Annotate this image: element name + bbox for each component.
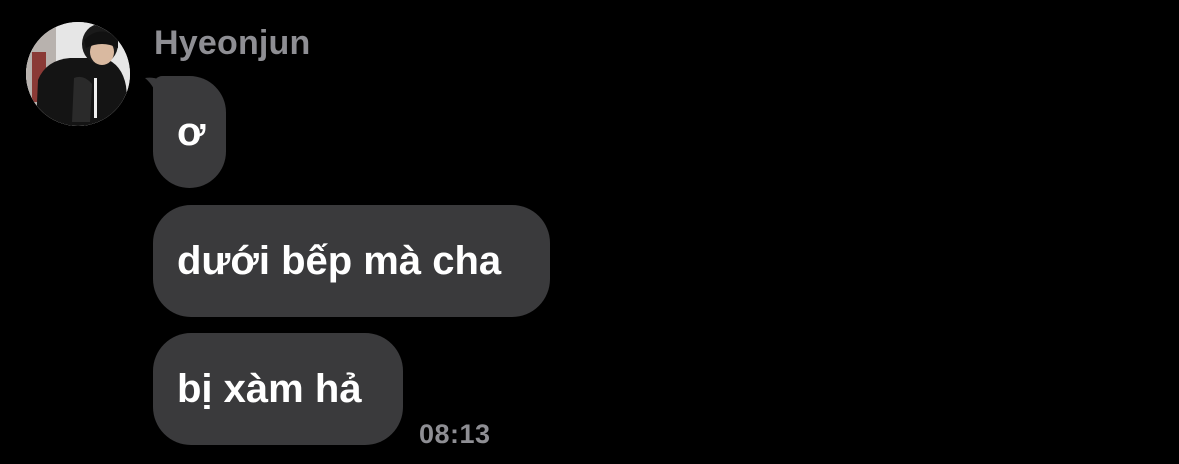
message-timestamp: 08:13 [419, 419, 491, 449]
message-bubble[interactable]: ơ [153, 76, 226, 188]
message-bubble[interactable]: bị xàm hả [153, 333, 403, 445]
chat-screen: Hyeonjun ơ dưới bếp mà cha bị xàm hả 08:… [0, 0, 1179, 464]
avatar-photo-icon [26, 22, 130, 126]
message-text: ơ [177, 110, 206, 154]
sender-name: Hyeonjun [154, 24, 311, 62]
message-text: bị xàm hả [177, 367, 362, 411]
sender-avatar[interactable] [26, 22, 130, 126]
message-bubble[interactable]: dưới bếp mà cha [153, 205, 550, 317]
message-text: dưới bếp mà cha [177, 239, 502, 283]
